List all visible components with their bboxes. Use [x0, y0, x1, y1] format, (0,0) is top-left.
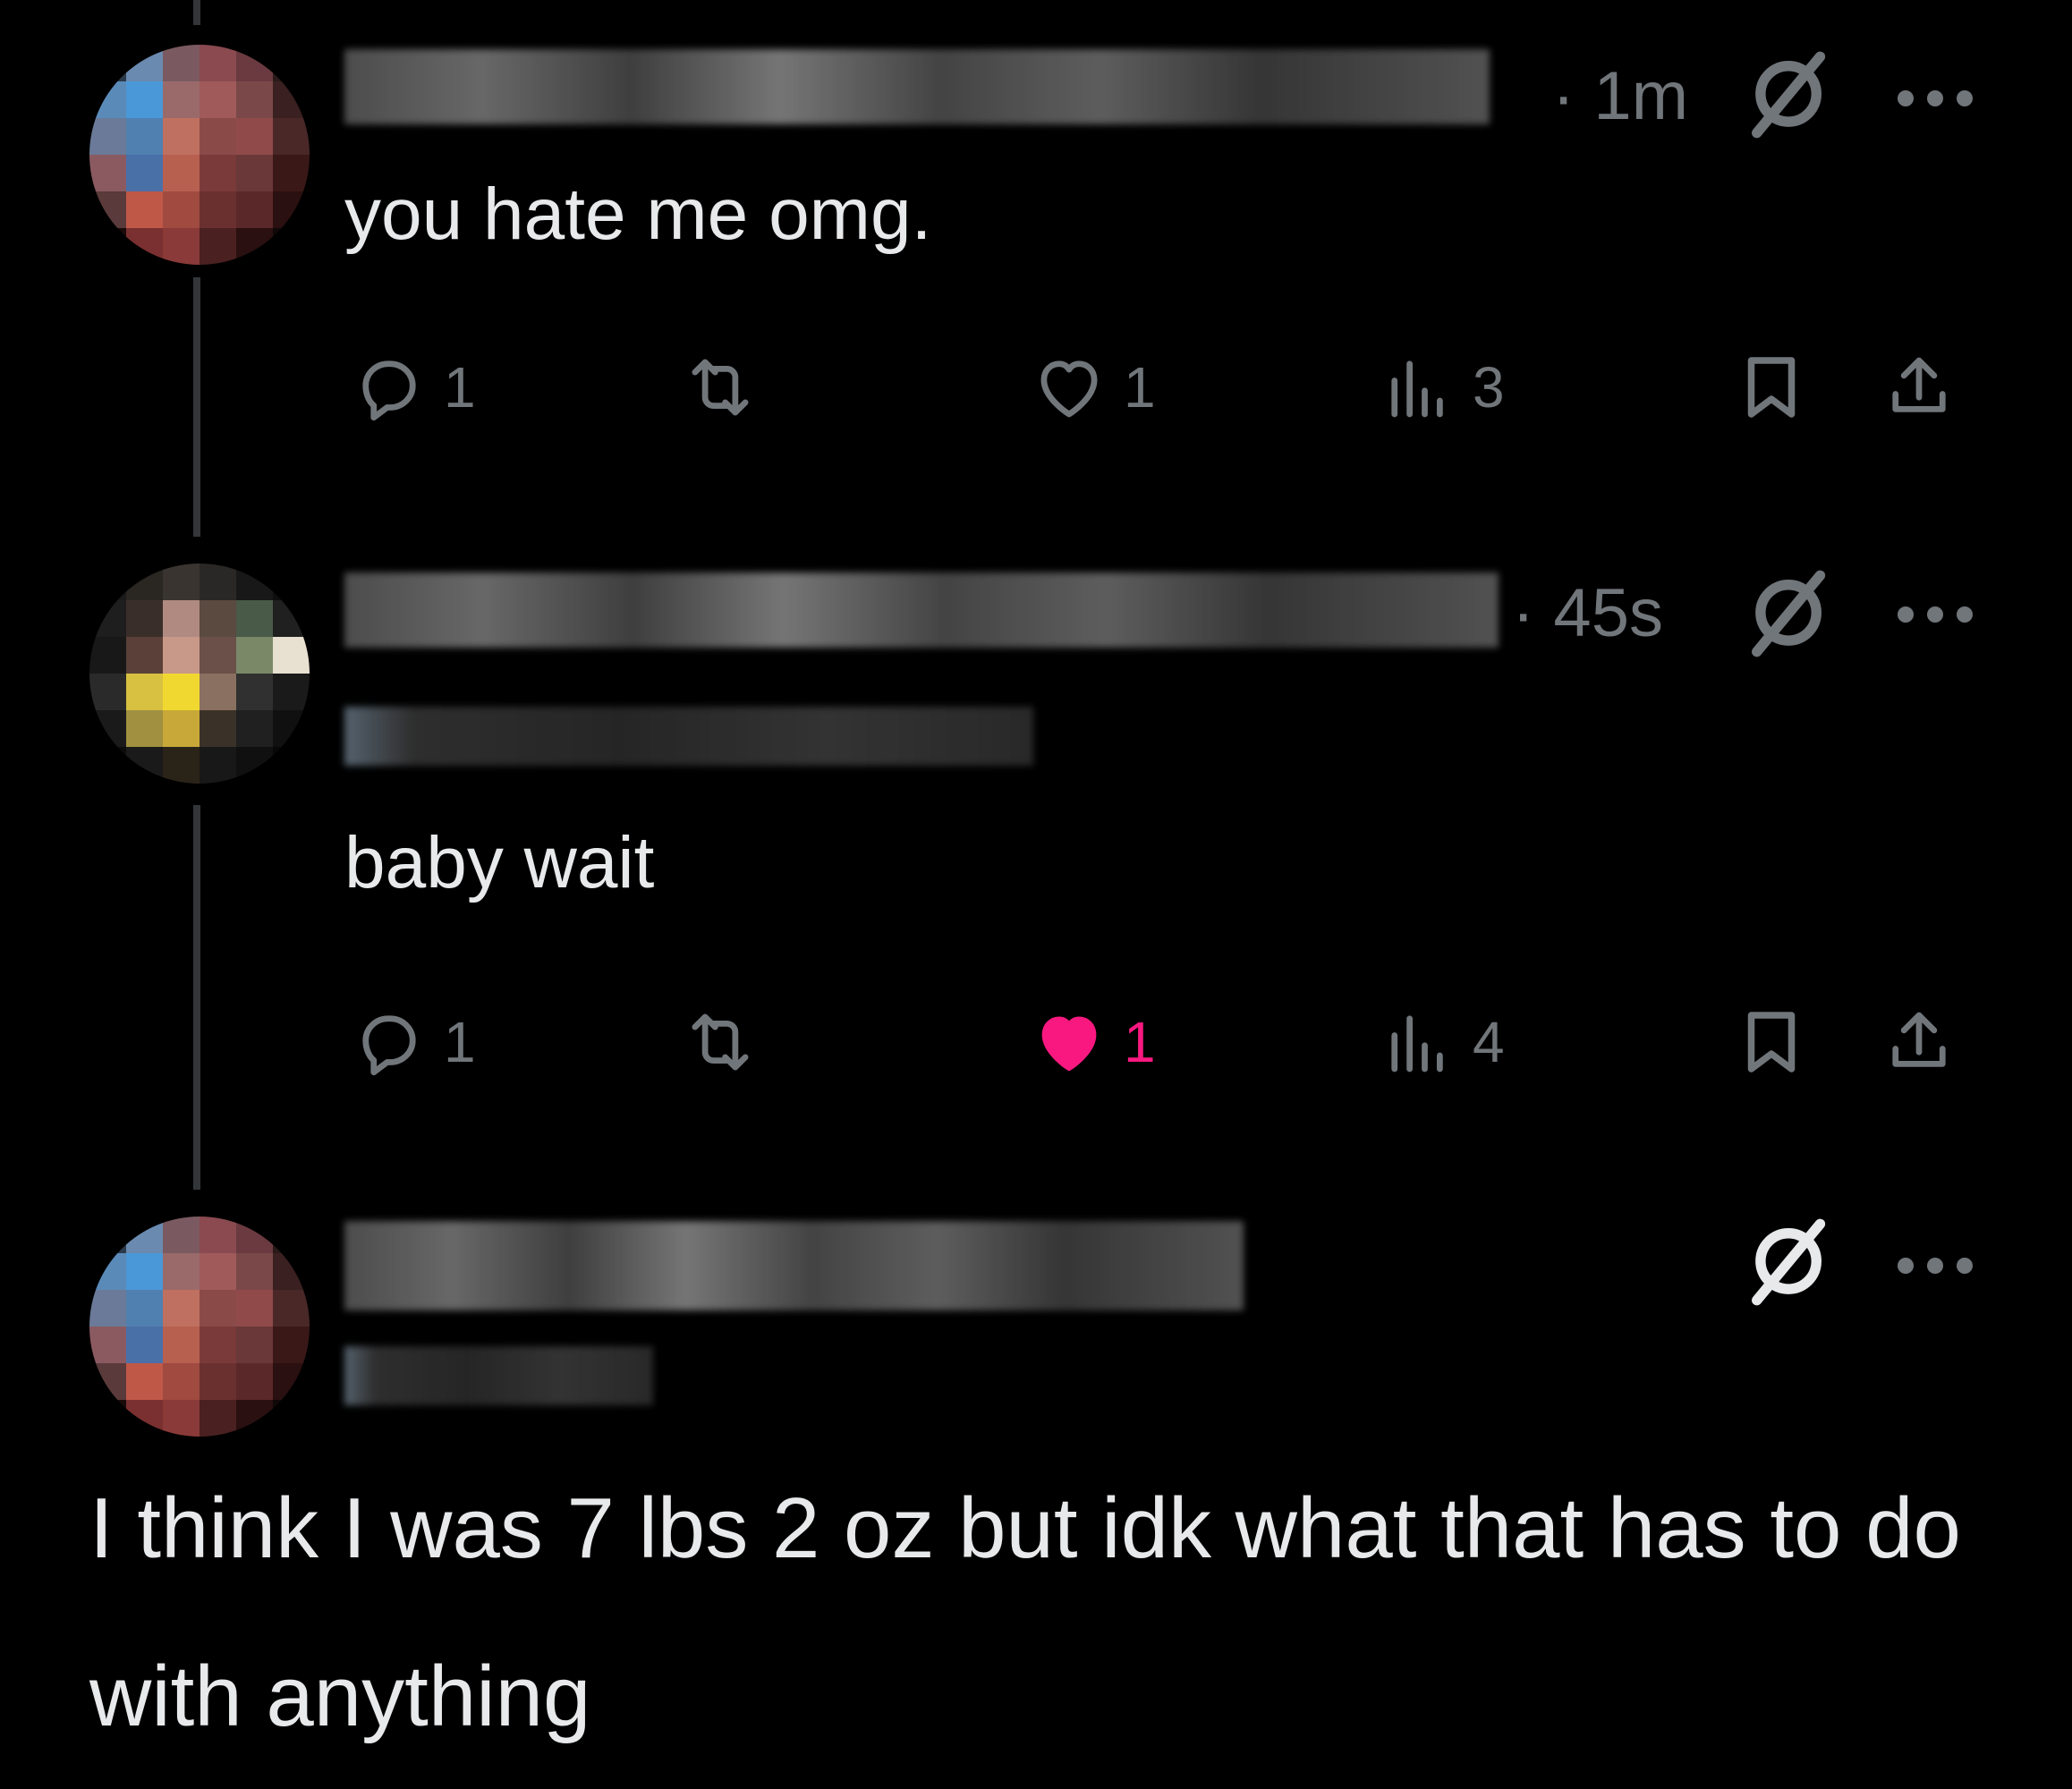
bookmark-button[interactable]	[1731, 338, 1812, 437]
share-button[interactable]	[1879, 993, 1959, 1091]
like-button[interactable]: 1	[1029, 338, 1156, 437]
avatar[interactable]	[89, 45, 310, 265]
views-icon	[1391, 360, 1443, 418]
username-redacted[interactable]	[344, 1346, 653, 1405]
reply-button[interactable]: 1	[349, 338, 476, 437]
like-count: 1	[1124, 355, 1156, 420]
heart-icon	[1040, 360, 1098, 418]
share-icon	[1892, 357, 1946, 412]
grok-icon[interactable]	[1740, 568, 1833, 661]
post-actions: 1 1 4	[349, 993, 1977, 1091]
bookmark-icon	[1747, 1012, 1796, 1073]
thread-line	[193, 277, 200, 537]
display-name-redacted[interactable]	[344, 572, 1499, 648]
reply-button[interactable]: 1	[349, 993, 476, 1091]
more-icon[interactable]	[1895, 604, 1975, 625]
share-icon	[1892, 1012, 1946, 1067]
views-count: 4	[1473, 1010, 1505, 1074]
display-name-redacted[interactable]	[344, 49, 1490, 124]
avatar[interactable]	[89, 1217, 310, 1437]
like-button[interactable]: 1	[1029, 993, 1156, 1091]
thread-line-top	[193, 0, 200, 25]
thread-line	[193, 805, 200, 1190]
share-button[interactable]	[1879, 338, 1959, 437]
post-text: you hate me omg.	[344, 174, 932, 255]
views-button[interactable]: 4	[1378, 993, 1505, 1091]
reply-count: 1	[444, 355, 476, 420]
repost-icon	[692, 1013, 749, 1071]
reply-icon	[362, 1015, 416, 1076]
main-post-text: I think I was 7 lbs 2 oz but idk what th…	[89, 1480, 1961, 1744]
post-text: baby wait	[344, 822, 655, 903]
views-icon	[1391, 1015, 1443, 1073]
post-actions: 1 1 3	[349, 338, 1977, 437]
post-timestamp[interactable]: · 1m	[1552, 63, 1688, 131]
post-timestamp[interactable]: · 45s	[1512, 580, 1663, 648]
display-name-redacted[interactable]	[344, 1221, 1244, 1310]
views-button[interactable]: 3	[1378, 338, 1505, 437]
bookmark-button[interactable]	[1731, 993, 1812, 1091]
bookmark-icon	[1747, 357, 1796, 418]
like-count: 1	[1124, 1010, 1156, 1074]
grok-icon[interactable]	[1740, 1217, 1833, 1310]
repost-button[interactable]	[680, 993, 775, 1091]
reply-icon	[362, 360, 416, 421]
repost-button[interactable]	[680, 338, 775, 437]
heart-icon	[1041, 1016, 1097, 1072]
grok-icon[interactable]	[1740, 49, 1833, 142]
views-count: 3	[1473, 355, 1505, 420]
more-icon[interactable]	[1895, 88, 1975, 109]
more-icon[interactable]	[1895, 1255, 1975, 1276]
avatar[interactable]	[89, 564, 310, 784]
replying-to-redacted[interactable]	[344, 707, 1033, 766]
reply-count: 1	[444, 1010, 476, 1074]
repost-icon	[692, 359, 749, 416]
